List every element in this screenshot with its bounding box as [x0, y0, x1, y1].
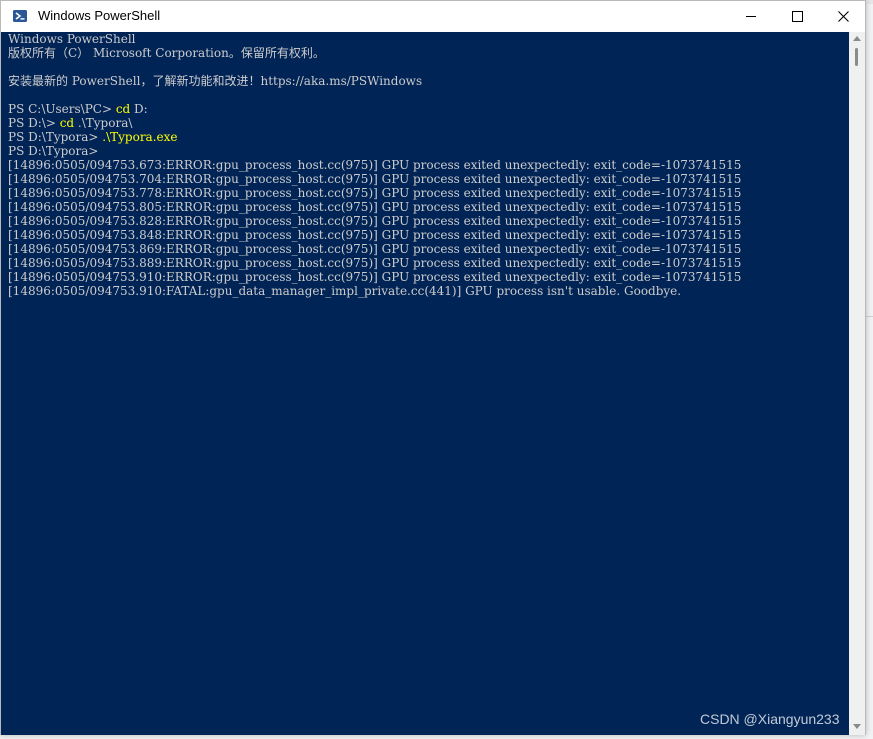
console-line-text: [14896:0505/094753.869:ERROR:gpu_process…: [8, 242, 742, 256]
console-line: 版权所有（C） Microsoft Corporation。保留所有权利。: [8, 46, 741, 60]
powershell-window[interactable]: Windows PowerShell Windows PowerShell 版权所…: [0, 0, 866, 735]
console-line-text: [14896:0505/094753.889:ERROR:gpu_process…: [8, 256, 742, 270]
console-line: [14896:0505/094753.910:FATAL:gpu_data_ma…: [8, 284, 741, 298]
console-line: [14896:0505/094753.848:ERROR:gpu_process…: [8, 228, 741, 242]
console-line-text: PS D:\>: [8, 116, 60, 130]
console-output[interactable]: Windows PowerShell 版权所有（C） Microsoft Corp…: [1, 32, 849, 735]
console-line-text: 版权所有（C） Microsoft Corporation。保留所有权利。: [8, 46, 325, 60]
maximize-icon: [791, 10, 803, 22]
console-line: PS C:\Users\PC> cd D:: [8, 102, 741, 116]
title-bar[interactable]: Windows PowerShell: [1, 1, 865, 32]
console-line: PS D:\Typora> .\Typora.exe: [8, 130, 741, 144]
console-line-text: [14896:0505/094753.778:ERROR:gpu_process…: [8, 186, 742, 200]
scroll-down-arrow-icon[interactable]: [853, 724, 861, 729]
console-line: PS D:\> cd .\Typora\: [8, 116, 741, 130]
console-line: 安装最新的 PowerShell，了解新功能和改进！https://aka.ms…: [8, 74, 741, 88]
close-button[interactable]: [820, 1, 866, 31]
console-command-text: cd: [59, 116, 75, 130]
console-line-text: PS D:\Typora>: [8, 130, 103, 144]
minimize-button[interactable]: [728, 1, 774, 31]
console-line-text: .\Typora\: [74, 116, 133, 130]
console-line: [14896:0505/094753.910:ERROR:gpu_process…: [8, 270, 741, 284]
console-line: Windows PowerShell: [8, 32, 741, 46]
console-command-text: .\Typora.exe: [102, 130, 178, 144]
console-line: [14896:0505/094753.889:ERROR:gpu_process…: [8, 256, 741, 270]
console-line-text: [14896:0505/094753.805:ERROR:gpu_process…: [8, 200, 742, 214]
window-title: Windows PowerShell: [38, 8, 161, 23]
vertical-scrollbar[interactable]: [849, 32, 865, 735]
console-line: [14896:0505/094753.828:ERROR:gpu_process…: [8, 214, 741, 228]
console-line-text: Windows PowerShell: [8, 32, 136, 46]
console-line-text: PS D:\Typora>: [8, 144, 99, 158]
console-line-text: [14896:0505/094753.848:ERROR:gpu_process…: [8, 228, 742, 242]
console-line-text: 安装最新的 PowerShell，了解新功能和改进！https://aka.ms…: [8, 74, 423, 88]
console-line-text: [14896:0505/094753.673:ERROR:gpu_process…: [8, 158, 742, 172]
scroll-up-arrow-icon[interactable]: [853, 36, 861, 41]
close-icon: [837, 10, 849, 22]
console-text: Windows PowerShell 版权所有（C） Microsoft Corp…: [8, 32, 741, 298]
console-line: [14896:0505/094753.673:ERROR:gpu_process…: [8, 158, 741, 172]
console-line: [14896:0505/094753.805:ERROR:gpu_process…: [8, 200, 741, 214]
console-line: [14896:0505/094753.778:ERROR:gpu_process…: [8, 186, 741, 200]
console-line-text: [14896:0505/094753.910:FATAL:gpu_data_ma…: [8, 284, 682, 298]
maximize-button[interactable]: [774, 1, 820, 31]
console-command-text: cd: [115, 102, 131, 116]
watermark-text: CSDN @Xiangyun233: [700, 711, 840, 727]
console-line: PS D:\Typora>: [8, 144, 741, 158]
powershell-icon: [13, 10, 27, 22]
console-line-text: D:: [130, 102, 148, 116]
console-line: [14896:0505/094753.704:ERROR:gpu_process…: [8, 172, 741, 186]
console-line-text: [14896:0505/094753.828:ERROR:gpu_process…: [8, 214, 742, 228]
console-line: [14896:0505/094753.869:ERROR:gpu_process…: [8, 242, 741, 256]
minimize-icon: [746, 16, 756, 17]
console-line-text: PS C:\Users\PC>: [8, 102, 116, 116]
console-line-text: [14896:0505/094753.704:ERROR:gpu_process…: [8, 172, 742, 186]
console-line-text: [14896:0505/094753.910:ERROR:gpu_process…: [8, 270, 742, 284]
scrollbar-thumb[interactable]: [855, 48, 858, 66]
